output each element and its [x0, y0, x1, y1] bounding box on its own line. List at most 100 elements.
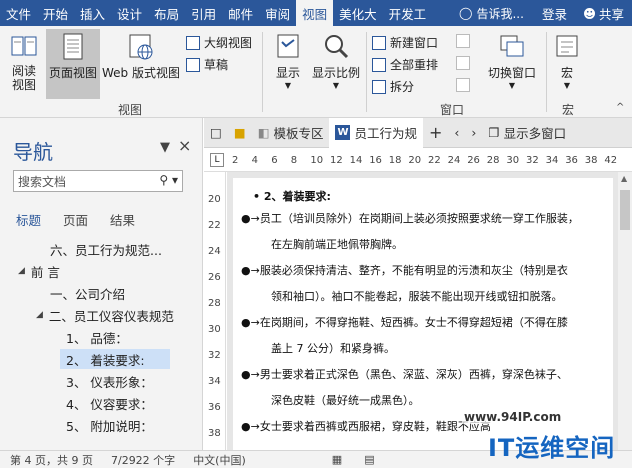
new-doc-icon[interactable]: □ [204, 118, 228, 148]
close-icon[interactable]: × [178, 136, 191, 155]
new-window-button[interactable]: 新建窗口 [372, 34, 438, 51]
read-view-label: 阅读视图 [11, 64, 36, 92]
doc-name-label: 员工行为规 [354, 126, 417, 141]
language[interactable]: 中文(中国) [193, 452, 246, 468]
doc-line: 深色皮鞋（最好统一成黑色）。 [271, 394, 420, 407]
doc-line: ●→男士要求着正式深色（黑色、深蓝、深灰）西裤，穿深色袜子、 [241, 368, 568, 381]
tree-item-selected[interactable]: 2、 着装要求: [60, 349, 170, 369]
tree-item[interactable]: 六、员工行为规范... [50, 239, 162, 259]
collapse-arrow-icon[interactable]: ◢ [18, 266, 25, 276]
nav-tabs: 标题 页面 结果 [16, 210, 135, 229]
tab-results[interactable]: 结果 [110, 210, 135, 229]
page-count[interactable]: 第 4 页，共 9 页 [10, 452, 93, 468]
tree-item[interactable]: 1、 品德： [66, 327, 128, 347]
search-placeholder: 搜索文档 [18, 174, 67, 189]
ruler-tick: 8 [290, 155, 298, 166]
tab-insert[interactable]: 插入 [74, 0, 111, 26]
split-button[interactable]: 拆分 [372, 78, 414, 95]
tab-beautify[interactable]: 美化大 [333, 0, 383, 26]
tab-references[interactable]: 引用 [185, 0, 222, 26]
nav-options-icon[interactable]: ▼ [160, 140, 170, 155]
login-button[interactable]: 登录 [534, 0, 575, 26]
scroll-left-icon[interactable]: ‹ [448, 118, 465, 148]
collapse-arrow-icon[interactable]: ◢ [36, 310, 43, 320]
outline-icon [186, 35, 200, 50]
tab-stop-icon[interactable]: L [210, 153, 224, 167]
scroll-thumb[interactable] [620, 190, 630, 230]
web-view-button[interactable]: Web 版式视图 [102, 32, 180, 81]
show-multi-window-button[interactable]: ❐ 显示多窗口 [482, 118, 572, 148]
tab-home[interactable]: 开始 [37, 0, 74, 26]
tree-item[interactable]: ◢ 前 言 [18, 261, 60, 281]
web-view-label: Web 版式视图 [102, 66, 180, 80]
outline-button[interactable]: 大纲视图 [186, 34, 252, 51]
read-view-button[interactable]: 阅读视图 [4, 32, 44, 92]
page-view-label: 页面视图 [48, 66, 97, 80]
vertical-ruler[interactable]: 20 22 24 26 28 30 32 34 36 38 [204, 172, 226, 450]
tab-mailings[interactable]: 邮件 [222, 0, 259, 26]
show-button[interactable]: 显示 ▼ [270, 32, 306, 90]
reset-position-button[interactable] [456, 78, 470, 92]
tree-item[interactable]: 一、公司介绍 [50, 283, 125, 303]
chevron-down-icon: ▼ [332, 81, 340, 90]
lightbulb-icon: ◯ [459, 6, 473, 20]
switch-window-button[interactable]: 切换窗口 ▼ [482, 32, 542, 90]
tab-developer[interactable]: 开发工 [383, 0, 433, 26]
book-icon [11, 36, 37, 56]
tab-headings[interactable]: 标题 [16, 210, 41, 229]
search-icon[interactable]: ⚲ ▾ [159, 173, 178, 187]
watermark-logo: IT运维空间 [488, 434, 616, 462]
macro-button[interactable]: 宏 ▼ [552, 32, 582, 90]
tab-file[interactable]: 文件 [0, 0, 37, 26]
tab-layout[interactable]: 布局 [148, 0, 185, 26]
tab-current-document[interactable]: W 员工行为规 [329, 117, 423, 148]
group-window-label: 窗口 [440, 103, 465, 117]
macro-label: 宏 [560, 66, 573, 80]
show-label: 显示 [275, 66, 300, 80]
ruler-tick: 20 [208, 194, 221, 205]
search-input[interactable]: 搜索文档 ⚲ ▾ [13, 170, 183, 192]
new-window-icon [372, 35, 386, 50]
tab-view[interactable]: 视图 [296, 0, 334, 26]
ruler-tick: 6 [271, 155, 278, 166]
add-tab-button[interactable]: + [423, 118, 448, 148]
scroll-up-icon[interactable]: ▲ [621, 174, 627, 183]
tree-item[interactable]: 5、 附加说明： [66, 415, 153, 435]
scroll-right-icon[interactable]: › [465, 118, 482, 148]
horizontal-ruler[interactable]: L 2 4 6 8 10 12 14 16 18 20 22 24 26 28 30 32 34 36 38 42 [204, 150, 632, 172]
tab-template-zone[interactable]: ◧ 模板专区 [252, 118, 330, 148]
folder-icon[interactable]: ■ [228, 118, 252, 148]
side-by-side-button[interactable] [456, 34, 470, 48]
ruler-tick: 16 [369, 155, 382, 166]
ruler-tick: 34 [545, 155, 559, 166]
page-view-button[interactable]: 页面视图 [46, 29, 100, 99]
read-mode-icon[interactable]: ▦ [332, 453, 342, 466]
ruler-tick: 30 [208, 324, 221, 335]
tab-pages[interactable]: 页面 [63, 210, 88, 229]
tree-item[interactable]: ◢ 二、员工仪容仪表规范 [36, 305, 174, 325]
ruler-tick: 14 [349, 155, 363, 166]
tell-me-box[interactable]: ◯ 告诉我... [459, 0, 534, 26]
doc-line: 在左胸前端正地佩带胸牌。 [271, 238, 403, 251]
word-count[interactable]: 7/2922 个字 [111, 452, 175, 468]
sync-scroll-button[interactable] [456, 56, 470, 70]
tab-design[interactable]: 设计 [111, 0, 148, 26]
chevron-down-icon: ▼ [563, 81, 571, 90]
show-multi-label: 显示多窗口 [503, 126, 567, 141]
ruler-tick: 32 [526, 155, 539, 166]
arrange-all-button[interactable]: 全部重排 [372, 56, 438, 73]
tree-item[interactable]: 4、 仪容要求： [66, 393, 153, 413]
tree-item[interactable]: 3、 仪表形象： [66, 371, 153, 391]
draft-button[interactable]: 草稿 [186, 56, 228, 73]
collapse-ribbon-icon[interactable]: ^ [616, 102, 624, 113]
chevron-down-icon: ▼ [284, 81, 292, 90]
word-icon: W [335, 125, 351, 140]
share-button[interactable]: ☻ 共享 [575, 0, 632, 26]
print-layout-icon[interactable]: ▤ [364, 453, 374, 466]
doc-line: ●→在岗期间，不得穿拖鞋、短西裤。女士不得穿超短裙（不得在膝 [241, 316, 568, 329]
ruler-tick: 26 [208, 272, 221, 283]
tab-review[interactable]: 审阅 [259, 0, 296, 26]
doc-line: ●→服装必须保持清洁、整齐，不能有明显的污渍和灰尘（特别是衣 [241, 264, 568, 277]
zoom-button[interactable]: 显示比例 ▼ [308, 32, 364, 90]
menu-bar: 文件 开始 插入 设计 布局 引用 邮件 审阅 视图 美化大 开发工 ◯ 告诉我… [0, 0, 632, 26]
